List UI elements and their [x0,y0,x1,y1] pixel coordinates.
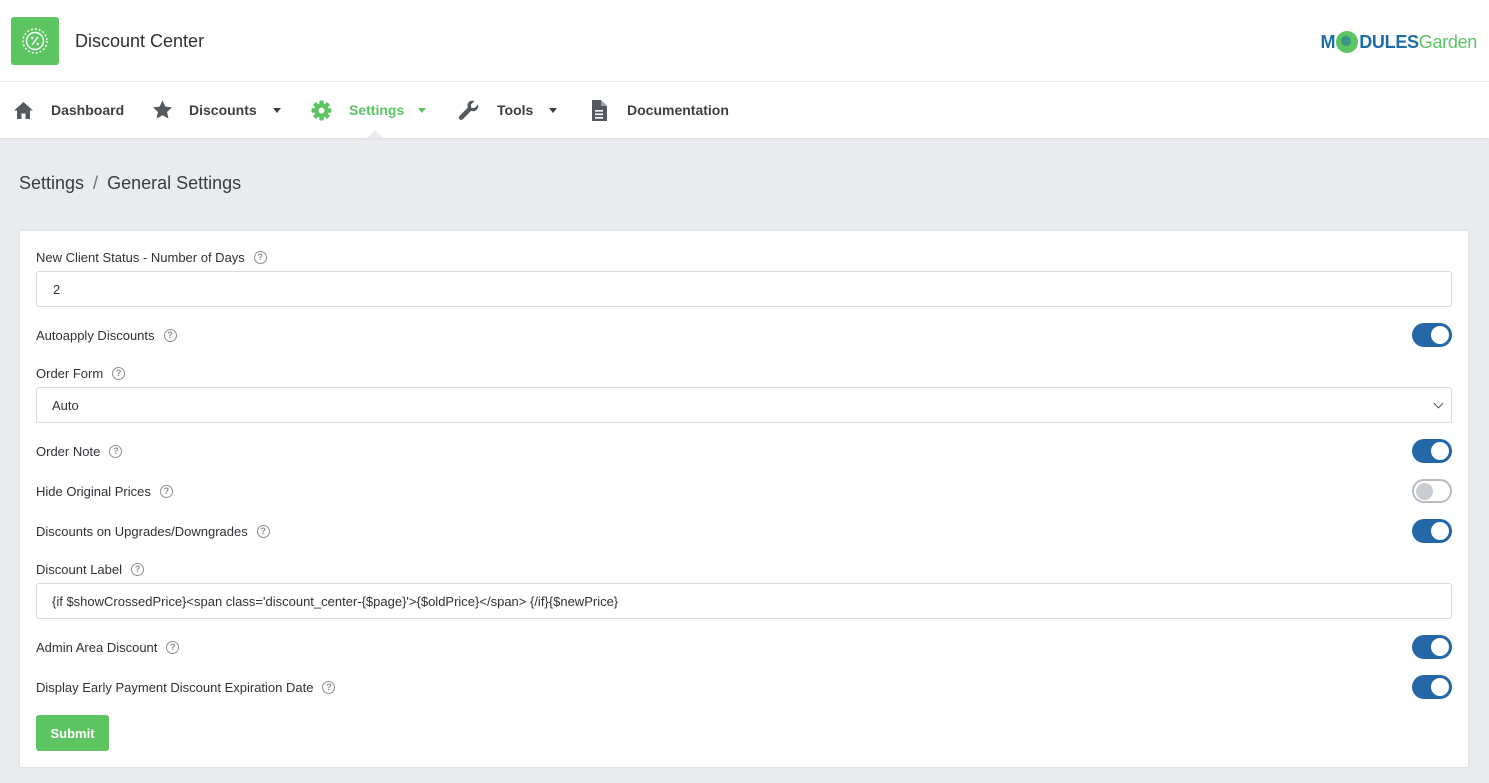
nav-dashboard-label: Dashboard [51,102,125,118]
order-form-select[interactable]: Auto [36,387,1452,423]
breadcrumb-current: General Settings [107,173,242,193]
main-nav: Dashboard Discounts Settings Tools Docum… [0,82,1489,138]
new-client-days-label-text: New Client Status - Number of Days [36,249,245,265]
discount-label-label: Discount Label ? [36,560,144,578]
modulesgarden-logo[interactable]: M DULES Garden [1321,29,1477,55]
globe-icon [1336,31,1359,53]
help-icon[interactable]: ? [109,444,123,458]
toggle-knob [1431,442,1449,460]
nav-discounts[interactable]: Discounts [152,82,281,138]
help-icon[interactable]: ? [159,484,173,498]
wrench-icon [458,100,479,120]
nav-tools[interactable]: Tools [458,82,558,138]
toggle-knob [1431,326,1449,344]
help-icon[interactable]: ? [131,562,144,576]
toggle-knob [1416,483,1433,500]
chevron-down-icon [1433,398,1444,409]
autoapply-toggle[interactable] [1412,323,1452,347]
help-icon[interactable]: ? [163,328,177,342]
hide-prices-toggle[interactable] [1412,479,1452,503]
brand-text-dules: DULES [1359,31,1419,52]
nav-discounts-label: Discounts [189,102,257,118]
help-icon[interactable]: ? [322,680,336,694]
help-icon[interactable]: ? [166,640,180,654]
new-client-days-label: New Client Status - Number of Days ? [36,248,267,266]
early-payment-label-text: Display Early Payment Discount Expiratio… [36,679,314,695]
order-form-label-text: Order Form [36,365,104,381]
autoapply-label-text: Autoapply Discounts [36,327,155,343]
help-icon[interactable]: ? [253,250,267,264]
toggle-knob [1431,638,1449,656]
hide-prices-label: Hide Original Prices ? [36,482,173,500]
order-note-label-text: Order Note [36,443,101,459]
toggle-knob [1431,678,1449,696]
order-note-toggle[interactable] [1412,439,1452,463]
active-nav-pointer [367,130,383,138]
nav-tools-label: Tools [497,102,534,118]
app-title: Discount Center [75,31,205,51]
chevron-down-icon [549,107,558,113]
breadcrumb: Settings / General Settings [19,173,241,194]
brand-text-garden: Garden [1418,31,1478,52]
discount-label-input[interactable]: {if $showCrossedPrice}<span class='disco… [36,583,1452,619]
upgrades-toggle[interactable] [1412,519,1452,543]
early-payment-toggle[interactable] [1412,675,1452,699]
early-payment-label: Display Early Payment Discount Expiratio… [36,678,336,696]
brand-text-m: M [1320,31,1336,52]
top-header: Discount Center M DULES Garden [0,0,1489,82]
nav-settings-label: Settings [349,102,405,118]
document-icon [592,99,607,121]
order-note-label: Order Note ? [36,442,123,460]
discount-label-value: {if $showCrossedPrice}<span class='disco… [52,593,619,609]
order-form-label: Order Form ? [36,364,126,382]
upgrades-label: Discounts on Upgrades/Downgrades ? [36,522,270,540]
autoapply-label: Autoapply Discounts ? [36,326,177,344]
breadcrumb-parent[interactable]: Settings [19,173,84,194]
home-icon [14,101,33,119]
star-icon [153,100,172,119]
breadcrumb-separator: / [93,173,99,193]
chevron-down-icon [418,107,427,113]
chevron-down-icon [272,107,281,113]
help-icon[interactable]: ? [256,524,270,538]
order-form-value: Auto [52,397,79,413]
help-icon[interactable]: ? [112,366,126,380]
new-client-days-value: 2 [53,281,61,297]
discount-logo-icon[interactable] [11,17,59,65]
hide-prices-label-text: Hide Original Prices [36,483,151,499]
admin-area-toggle[interactable] [1412,635,1452,659]
nav-documentation[interactable]: Documentation [591,82,729,138]
new-client-days-input[interactable]: 2 [36,271,1452,307]
upgrades-label-text: Discounts on Upgrades/Downgrades [36,523,248,539]
general-settings-form: New Client Status - Number of Days ? 2 A… [19,230,1469,768]
discount-label-label-text: Discount Label [36,561,122,577]
admin-area-label-text: Admin Area Discount [36,639,158,655]
toggle-knob [1431,522,1449,540]
nav-documentation-label: Documentation [627,102,729,118]
admin-area-label: Admin Area Discount ? [36,638,180,656]
nav-dashboard[interactable]: Dashboard [13,82,124,138]
gear-icon [311,100,332,120]
submit-button[interactable]: Submit [36,715,109,751]
